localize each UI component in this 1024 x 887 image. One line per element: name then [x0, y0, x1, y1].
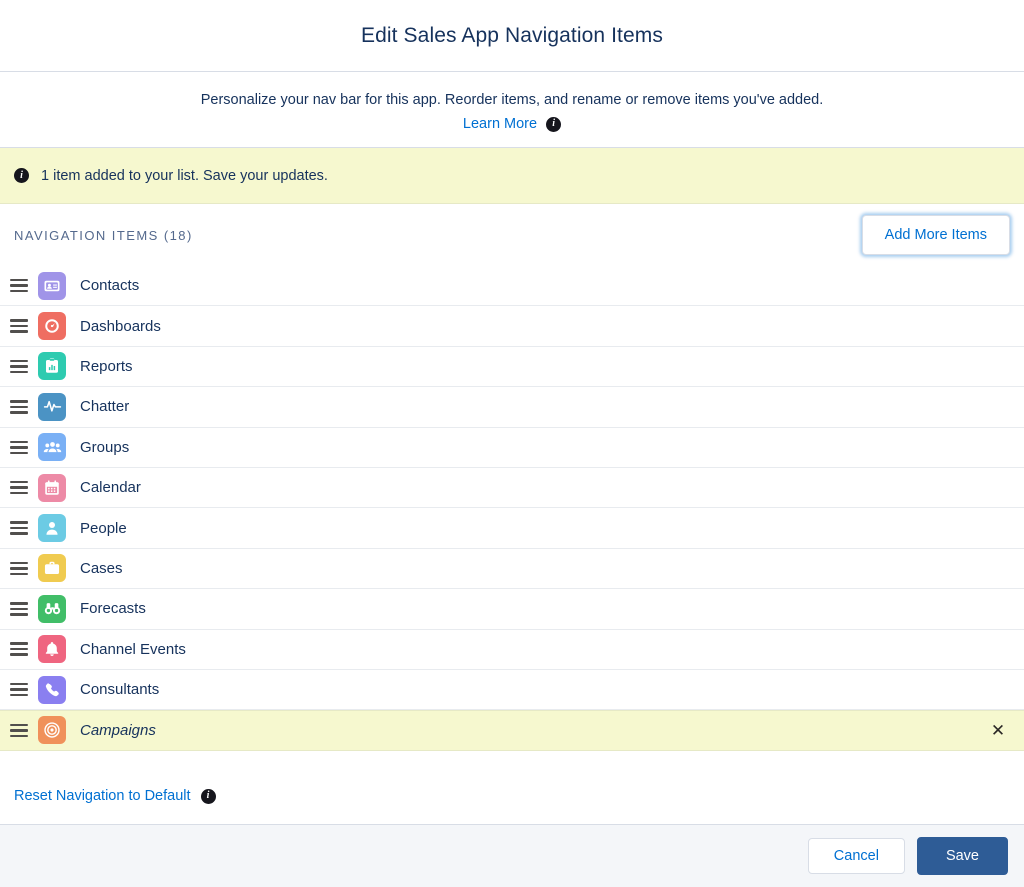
learn-more-row: Learn More i [0, 116, 1024, 132]
banner-message: 1 item added to your list. Save your upd… [41, 167, 328, 184]
nav-item-label: Contacts [80, 277, 140, 295]
calendar-icon [38, 473, 66, 502]
nav-item-row[interactable]: Campaigns ✕ [0, 710, 1024, 751]
phone-icon [38, 675, 66, 704]
info-icon: i [14, 168, 29, 183]
drag-handle-icon[interactable] [8, 638, 30, 660]
nav-item-row[interactable]: Chatter [0, 387, 1024, 428]
nav-item-label: Forecasts [80, 600, 146, 618]
nav-item-row[interactable]: Forecasts [0, 589, 1024, 630]
nav-item-label: Groups [80, 438, 130, 456]
intro-section: Personalize your nav bar for this app. R… [0, 72, 1024, 148]
nav-item-label: Consultants [80, 681, 160, 699]
nav-item-label: Reports [80, 357, 133, 375]
drag-handle-icon[interactable] [8, 396, 30, 418]
nav-item-row[interactable]: Calendar [0, 468, 1024, 509]
save-button[interactable]: Save [916, 837, 1008, 875]
nav-item-row[interactable]: People [0, 508, 1024, 549]
person-icon [38, 514, 66, 543]
info-icon[interactable]: i [200, 788, 216, 804]
section-header: NAVIGATION ITEMS (18) Add More Items [0, 204, 1024, 266]
gauge-icon [38, 312, 66, 341]
drag-handle-icon[interactable] [8, 355, 30, 377]
reset-navigation-link[interactable]: Reset Navigation to Default [14, 788, 191, 804]
drag-handle-icon[interactable] [8, 557, 30, 579]
nav-item-row[interactable]: Reports [0, 347, 1024, 388]
bell-icon [38, 635, 66, 664]
add-more-items-button[interactable]: Add More Items [861, 215, 1010, 255]
nav-item-label: Chatter [80, 398, 130, 416]
nav-item-label: Cases [80, 559, 123, 577]
nav-item-row[interactable]: Contacts [0, 266, 1024, 307]
nav-item-label: People [80, 519, 127, 537]
cancel-button[interactable]: Cancel [807, 838, 905, 874]
nav-item-row[interactable]: Channel Events [0, 630, 1024, 670]
nav-item-label: Channel Events [80, 640, 186, 658]
drag-handle-icon[interactable] [8, 679, 30, 701]
drag-handle-icon[interactable] [8, 436, 30, 458]
drag-handle-icon[interactable] [8, 517, 30, 539]
nav-item-label: Dashboards [80, 317, 161, 335]
reset-navigation-row: Reset Navigation to Default i [0, 768, 1024, 824]
briefcase-icon [38, 554, 66, 583]
navigation-items-label: NAVIGATION ITEMS (18) [14, 227, 193, 243]
info-icon[interactable]: i [546, 116, 562, 132]
people-group-icon [38, 433, 66, 462]
nav-item-row[interactable]: Groups [0, 428, 1024, 468]
drag-handle-icon[interactable] [8, 598, 30, 620]
edit-navigation-modal: Edit Sales App Navigation Items Personal… [0, 0, 1024, 887]
nav-item-row[interactable]: Cases [0, 549, 1024, 590]
drag-handle-icon[interactable] [8, 315, 30, 337]
drag-handle-icon[interactable] [8, 275, 30, 297]
page-title: Edit Sales App Navigation Items [361, 23, 663, 47]
clipboard-chart-icon [38, 352, 66, 381]
learn-more-link[interactable]: Learn More [463, 116, 537, 132]
navigation-items-list: Contacts Dashboards Reports Chatter Groups Ca… [0, 266, 1024, 768]
nav-item-label: Calendar [80, 479, 141, 497]
intro-description: Personalize your nav bar for this app. R… [200, 92, 824, 108]
drag-handle-icon[interactable] [8, 477, 30, 499]
contact-card-icon [38, 271, 66, 300]
remove-item-button[interactable]: ✕ [986, 718, 1010, 742]
target-icon [38, 716, 66, 745]
nav-item-row[interactable]: Dashboards [0, 306, 1024, 347]
binoculars-icon [38, 594, 66, 623]
modal-footer: Cancel Save [0, 824, 1024, 887]
nav-item-row[interactable]: Consultants [0, 670, 1024, 711]
status-banner: i 1 item added to your list. Save your u… [0, 148, 1024, 204]
modal-header: Edit Sales App Navigation Items [0, 0, 1024, 72]
pulse-icon [38, 392, 66, 421]
nav-item-label: Campaigns [80, 721, 156, 739]
drag-handle-icon[interactable] [8, 719, 30, 741]
